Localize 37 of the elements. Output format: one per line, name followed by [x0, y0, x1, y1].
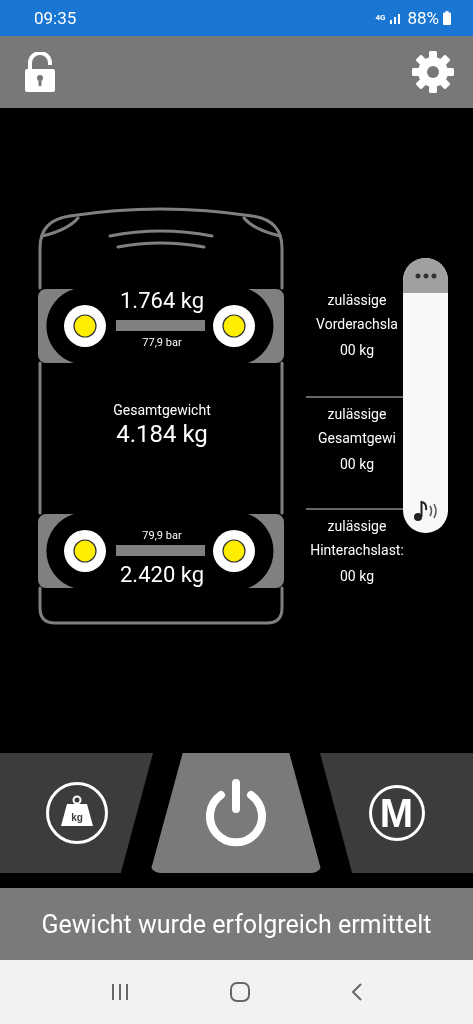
- home-icon[interactable]: [229, 981, 252, 1003]
- limit-label: zulässige: [327, 291, 387, 310]
- weigh-button[interactable]: kg: [0, 753, 153, 873]
- limit-value: 00 kg: [340, 456, 374, 472]
- weight-icon: [45, 782, 108, 844]
- total-weight-value: 4.184 kg: [115, 422, 209, 446]
- status-time: 09:35: [34, 8, 77, 28]
- recent-apps-icon[interactable]: [109, 983, 130, 1001]
- memory-button[interactable]: M: [320, 753, 473, 873]
- limit-label: Gesamtgewi: [318, 429, 396, 448]
- limit-value: 00 kg: [340, 568, 374, 584]
- music-sound-icon[interactable]: [412, 499, 439, 523]
- power-icon: [203, 779, 269, 847]
- more-icon[interactable]: [414, 272, 437, 279]
- rear-axle-pressure: 79,9 bar: [141, 530, 183, 541]
- total-weight-label: Gesamtgewicht: [112, 403, 212, 417]
- limit-label: Hinterachslast:: [310, 541, 404, 560]
- limit-label: zulässige: [327, 517, 387, 536]
- edge-panel[interactable]: [403, 258, 448, 533]
- unlocked-padlock-icon[interactable]: [24, 52, 56, 92]
- battery-level: 88%: [407, 8, 439, 28]
- battery-icon: [443, 11, 451, 25]
- wheel-drawing: [213, 305, 255, 347]
- rear-axle-weight: 2.420 kg: [119, 564, 205, 586]
- limit-value: 00 kg: [340, 342, 374, 358]
- settings-icon[interactable]: [411, 50, 455, 94]
- wheel-drawing: [213, 530, 255, 572]
- network-type: 4G: [375, 14, 386, 22]
- wheel-drawing: [64, 530, 106, 572]
- front-axle-pressure: 77,9 bar: [141, 337, 183, 348]
- back-icon[interactable]: [351, 982, 364, 1002]
- wheel-drawing: [64, 305, 106, 347]
- limit-label: zulässige: [327, 405, 387, 424]
- front-axle-weight: 1.764 kg: [119, 290, 205, 312]
- kg-label: kg: [70, 812, 83, 823]
- limit-label: Vorderachsla: [316, 315, 398, 334]
- status-message: Gewicht wurde erfolgreich ermittelt: [0, 888, 473, 960]
